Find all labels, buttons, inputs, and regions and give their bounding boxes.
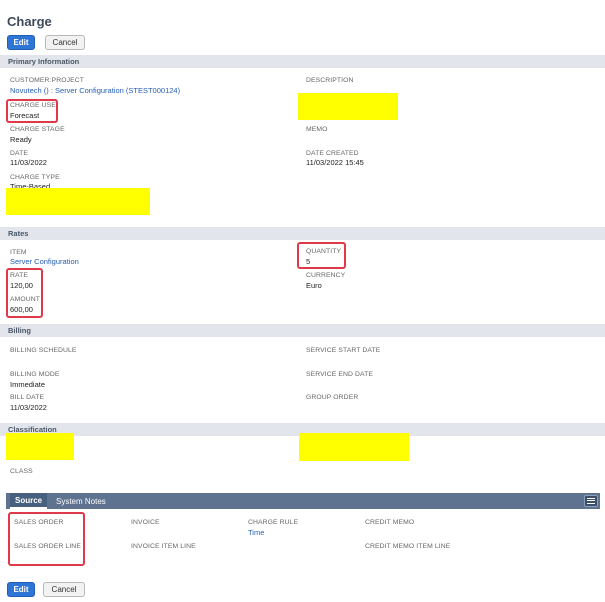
- quantity-value: 5: [306, 257, 311, 266]
- date-value: 11/03/2022: [10, 158, 47, 167]
- charge-rule-link[interactable]: Time: [248, 528, 264, 537]
- redaction-highlight: [6, 188, 150, 215]
- group-order-label: GROUP ORDER: [306, 394, 359, 401]
- charge-use-label: CHARGE USE: [10, 102, 56, 109]
- bill-date-label: BILL DATE: [10, 394, 45, 401]
- tab-source[interactable]: Source: [10, 493, 48, 509]
- rate-value: 120,00: [10, 281, 33, 290]
- item-label: ITEM: [10, 249, 27, 256]
- service-start-date-label: SERVICE START DATE: [306, 347, 381, 354]
- subtab-bar: Source System Notes: [6, 493, 600, 509]
- bill-date-value: 11/03/2022: [10, 403, 47, 412]
- credit-memo-label: CREDIT MEMO: [365, 519, 415, 526]
- date-label: DATE: [10, 150, 29, 157]
- redaction-highlight: [298, 93, 398, 120]
- item-link[interactable]: Server Configuration: [10, 257, 79, 266]
- amount-value: 600,00: [10, 305, 33, 314]
- section-header-primary: Primary Information: [0, 55, 605, 68]
- cancel-button-bottom[interactable]: Cancel: [43, 582, 85, 597]
- customer-project-link[interactable]: Novutech () : Server Configuration (STES…: [10, 86, 180, 95]
- charge-stage-value: Ready: [10, 135, 32, 144]
- sales-order-label: SALES ORDER: [14, 519, 64, 526]
- section-header-billing: Billing: [0, 324, 605, 337]
- billing-mode-label: BILLING MODE: [10, 371, 60, 378]
- credit-memo-item-line-label: CREDIT MEMO ITEM LINE: [365, 543, 451, 550]
- invoice-label: INVOICE: [131, 519, 160, 526]
- invoice-item-line-label: INVOICE ITEM LINE: [131, 543, 196, 550]
- charge-rule-label: CHARGE RULE: [248, 519, 299, 526]
- amount-label: AMOUNT: [10, 296, 41, 303]
- sales-order-line-label: SALES ORDER LINE: [14, 543, 81, 550]
- charge-stage-label: CHARGE STAGE: [10, 126, 65, 133]
- menu-icon[interactable]: [584, 495, 598, 507]
- date-created-value: 11/03/2022 15:45: [306, 158, 364, 167]
- page-title: Charge: [7, 14, 52, 29]
- customer-project-label: CUSTOMER:PROJECT: [10, 77, 84, 84]
- quantity-label: QUANTITY: [306, 248, 342, 255]
- redaction-highlight: [299, 433, 409, 461]
- cancel-button[interactable]: Cancel: [45, 35, 85, 50]
- rate-label: RATE: [10, 272, 29, 279]
- charge-type-label: CHARGE TYPE: [10, 174, 60, 181]
- section-header-rates: Rates: [0, 227, 605, 240]
- memo-label: MEMO: [306, 126, 328, 133]
- billing-schedule-label: BILLING SCHEDULE: [10, 347, 77, 354]
- class-label: CLASS: [10, 468, 33, 475]
- date-created-label: DATE CREATED: [306, 150, 359, 157]
- currency-label: CURRENCY: [306, 272, 346, 279]
- edit-button-bottom[interactable]: Edit: [7, 582, 35, 597]
- edit-button[interactable]: Edit: [7, 35, 35, 50]
- description-label: DESCRIPTION: [306, 77, 354, 84]
- service-end-date-label: SERVICE END DATE: [306, 371, 374, 378]
- annotation-box: [297, 242, 346, 269]
- billing-mode-value: Immediate: [10, 380, 46, 389]
- tab-system-notes[interactable]: System Notes: [51, 493, 111, 509]
- currency-value: Euro: [306, 281, 322, 290]
- charge-use-value: Forecast: [10, 111, 40, 120]
- redaction-highlight: [6, 433, 74, 460]
